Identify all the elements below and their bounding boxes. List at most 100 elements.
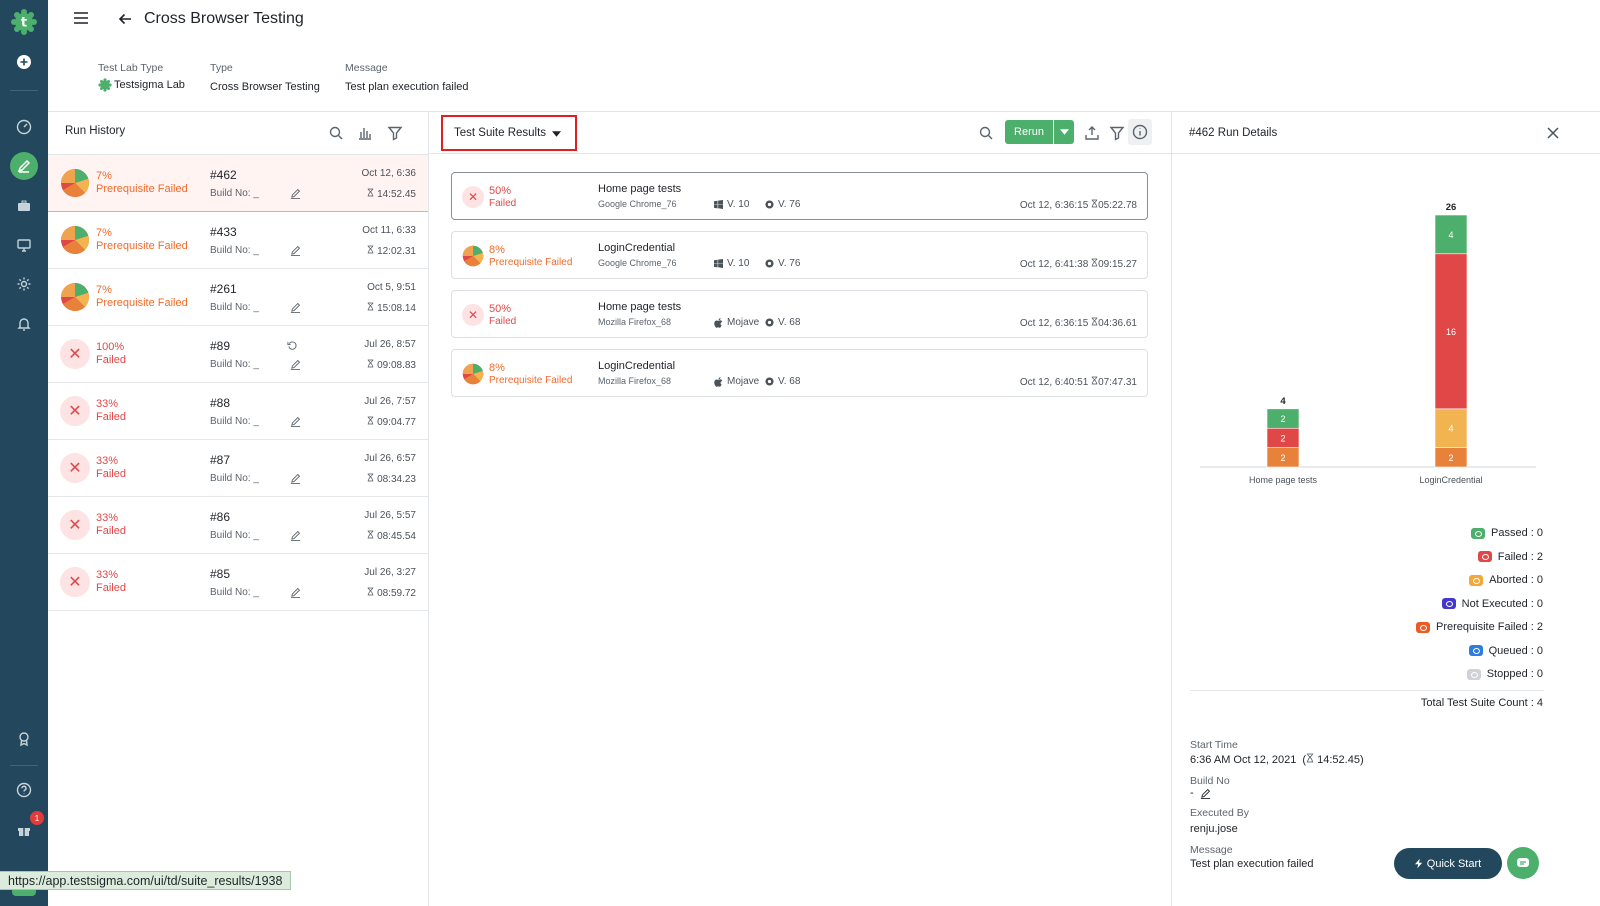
edit-build-icon[interactable] — [290, 188, 301, 199]
testsigma-logo-icon[interactable]: t — [10, 8, 38, 36]
edit-build-icon[interactable] — [290, 473, 301, 484]
run-status-icon — [60, 168, 90, 198]
run-history-row[interactable]: ✕ 100% Failed #89 Build No: _ Jul 26, 8:57 09… — [48, 326, 428, 383]
run-status-text: Prerequisite Failed — [96, 183, 188, 195]
run-build-no: Build No: _ — [210, 473, 259, 484]
eye-icon — [1416, 621, 1430, 633]
run-history-row[interactable]: ✕ 33% Failed #88 Build No: _ Jul 26, 7:57 09:… — [48, 383, 428, 440]
bell-icon[interactable] — [12, 312, 36, 336]
test-suite-card[interactable]: 8% Prerequisite Failed LoginCredential Goog… — [451, 231, 1148, 279]
edit-build-icon[interactable] — [290, 416, 301, 427]
svg-text:t: t — [21, 16, 27, 31]
legend-item[interactable]: Passed : 0 — [1471, 527, 1543, 539]
run-build-no: Build No: _ — [210, 530, 259, 541]
run-date: Jul 26, 6:57 — [364, 453, 416, 464]
search-icon[interactable] — [328, 125, 344, 141]
run-build-no: Build No: _ — [210, 359, 259, 370]
eye-icon — [1469, 574, 1484, 586]
rerun-options-caret-icon[interactable] — [1054, 120, 1074, 144]
run-history-row[interactable]: 7% Prerequisite Failed #261 Build No: _ Oct … — [48, 269, 428, 326]
run-date: Oct 12, 6:36 — [361, 168, 416, 179]
run-number: #462 — [210, 168, 237, 182]
test-suite-card[interactable]: ✕ 50% Failed Home page tests Google Chrome_7… — [451, 172, 1148, 220]
result-pie-icon — [61, 169, 90, 198]
suite-os: Mojave — [714, 317, 759, 328]
notification-badge: 1 — [30, 811, 44, 825]
settings-gear-icon[interactable] — [12, 272, 36, 296]
quick-start-button[interactable]: Quick Start — [1394, 848, 1502, 879]
dashboard-icon[interactable] — [12, 115, 36, 139]
left-nav-rail: t 1 — [0, 0, 48, 906]
run-percentage: 7% — [96, 227, 112, 239]
hourglass-icon — [367, 188, 374, 197]
edit-build-icon[interactable] — [290, 587, 301, 598]
run-history-row[interactable]: ✕ 33% Failed #85 Build No: _ Jul 26, 3:27 08:… — [48, 554, 428, 611]
legend-item[interactable]: Failed : 2 — [1477, 551, 1543, 563]
close-icon[interactable] — [1546, 126, 1560, 140]
run-status-text: Failed — [96, 468, 126, 480]
run-history-row[interactable]: ✕ 33% Failed #87 Build No: _ Jul 26, 6:57 08:… — [48, 440, 428, 497]
suite-name: Home page tests — [598, 183, 682, 195]
test-suite-results-dropdown[interactable]: Test Suite Results — [441, 115, 577, 151]
run-percentage: 33% — [96, 398, 119, 410]
run-duration: 12:02.31 — [367, 245, 416, 257]
legend-item[interactable]: Queued : 0 — [1468, 645, 1543, 657]
monitor-icon[interactable] — [12, 233, 36, 257]
suite-status-text: Failed — [489, 316, 517, 327]
legend-item[interactable]: Stopped : 0 — [1466, 668, 1543, 680]
type-value: Cross Browser Testing — [210, 81, 320, 93]
briefcase-icon[interactable] — [12, 194, 36, 218]
test-suite-card[interactable]: ✕ 50% Failed Home page tests Mozilla Firefox… — [451, 290, 1148, 338]
edit-build-icon[interactable] — [290, 530, 301, 541]
hourglass-icon — [1091, 199, 1098, 208]
bar-chart-icon[interactable] — [357, 125, 373, 141]
hourglass-icon — [367, 473, 374, 482]
run-history-row[interactable]: 7% Prerequisite Failed #462 Build No: _ Oct … — [48, 155, 428, 212]
hamburger-menu-icon[interactable] — [73, 11, 89, 25]
run-percentage: 33% — [96, 455, 119, 467]
run-number: #86 — [210, 510, 231, 524]
legend-item[interactable]: Not Executed : 0 — [1441, 598, 1543, 610]
build-no-label: Build No — [1190, 775, 1230, 787]
suite-browser-version: V. 68 — [765, 376, 800, 387]
suite-name: LoginCredential — [598, 360, 676, 372]
legend-item[interactable]: Aborted : 0 — [1469, 574, 1543, 586]
edit-build-icon[interactable] — [290, 302, 301, 313]
failed-x-icon: ✕ — [60, 510, 90, 540]
run-duration: 09:04.77 — [367, 416, 416, 428]
run-percentage: 100% — [96, 341, 125, 353]
suite-browser-version: V. 76 — [765, 258, 800, 269]
add-icon[interactable] — [12, 50, 36, 74]
info-button[interactable] — [1128, 119, 1152, 145]
run-status-text: Failed — [96, 411, 126, 423]
test-development-icon[interactable] — [10, 152, 38, 180]
run-build-no: Build No: _ — [210, 188, 259, 199]
filter-icon[interactable] — [387, 125, 403, 141]
result-pie-icon — [462, 363, 484, 385]
rerun-history-icon[interactable] — [287, 340, 298, 351]
rerun-button[interactable]: Rerun — [1005, 120, 1053, 144]
suite-status-text: Failed — [489, 198, 517, 209]
run-details-stacked-bar-chart: 2 2 2 4 Home page tests 2 4 16 4 26 LoginCredentia… — [1200, 202, 1536, 485]
export-upload-icon[interactable] — [1084, 125, 1100, 141]
chat-support-icon[interactable] — [1507, 847, 1539, 879]
failed-x-icon: ✕ — [60, 339, 90, 369]
suite-status-icon: ✕ — [462, 304, 484, 326]
bar-total-label: 26 — [1446, 202, 1457, 213]
legend-item[interactable]: Prerequisite Failed : 2 — [1416, 621, 1543, 633]
suite-filter-icon[interactable] — [1109, 125, 1125, 141]
suite-percentage: 50% — [489, 303, 512, 315]
edit-build-icon[interactable] — [290, 359, 301, 370]
run-history-row[interactable]: 7% Prerequisite Failed #433 Build No: _ Oct … — [48, 212, 428, 269]
test-suite-card[interactable]: 8% Prerequisite Failed LoginCredential Mozi… — [451, 349, 1148, 397]
edit-build-icon[interactable] — [290, 245, 301, 256]
run-date: Jul 26, 3:27 — [364, 567, 416, 578]
hourglass-icon — [367, 587, 374, 596]
eye-icon — [1477, 551, 1492, 562]
run-duration: 08:45.54 — [367, 530, 416, 542]
help-icon[interactable] — [12, 778, 36, 802]
suite-search-icon[interactable] — [978, 125, 994, 141]
award-icon[interactable] — [12, 727, 36, 751]
run-history-row[interactable]: ✕ 33% Failed #86 Build No: _ Jul 26, 5:57 08:… — [48, 497, 428, 554]
back-arrow-icon[interactable] — [117, 11, 133, 27]
